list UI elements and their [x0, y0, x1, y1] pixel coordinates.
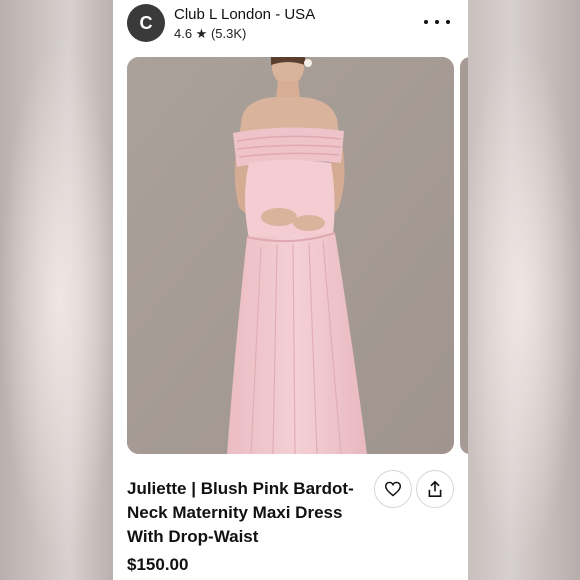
seller-name[interactable]: Club L London - USA [174, 6, 315, 23]
product-title[interactable]: Juliette | Blush Pink Bardot-Neck Matern… [127, 477, 359, 549]
seller-rating: 4.6 ★ (5.3K) [174, 26, 247, 41]
favorite-button[interactable] [374, 470, 412, 508]
share-button[interactable] [416, 470, 454, 508]
more-dot [435, 20, 439, 24]
more-dot [446, 20, 450, 24]
avatar-letter: C [139, 12, 153, 33]
next-product-photo-peek[interactable] [460, 57, 468, 454]
product-photo[interactable] [127, 57, 454, 454]
share-icon [428, 480, 442, 497]
product-card: C Club L London - USA 4.6 ★ (5.3K) Julie… [113, 0, 468, 580]
heart-icon [384, 481, 402, 497]
seller-avatar[interactable]: C [127, 4, 165, 42]
dress-image [127, 57, 454, 454]
more-options-icon [424, 20, 428, 24]
more-options-button[interactable] [424, 12, 450, 32]
product-price: $150.00 [127, 555, 189, 574]
